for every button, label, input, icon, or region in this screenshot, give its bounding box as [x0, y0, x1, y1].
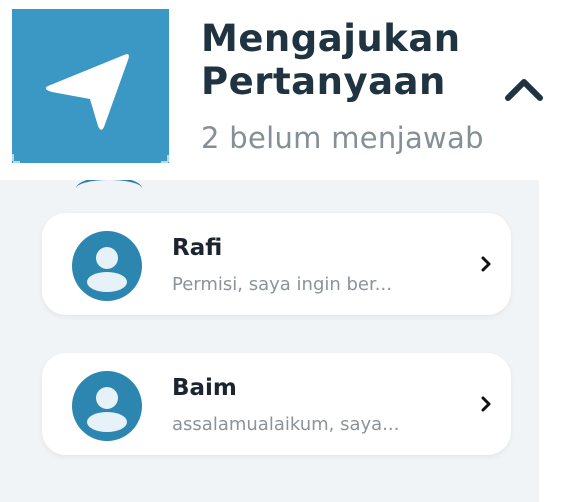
sender-name: Rafi	[172, 235, 223, 261]
collapse-button[interactable]	[500, 70, 548, 110]
unanswered-count: 2 belum menjawab	[201, 121, 484, 155]
conversation-item[interactable]: Rafi Permisi, saya ingin ber...	[42, 213, 511, 315]
title-line-2: Pertanyaan	[201, 60, 446, 103]
conversation-list: Rafi Permisi, saya ingin ber... Baim ass…	[0, 180, 539, 502]
chevron-right-icon	[481, 396, 491, 412]
message-preview: assalamualaikum, saya...	[172, 414, 400, 435]
sender-name: Baim	[172, 375, 237, 401]
user-avatar-icon	[72, 231, 142, 301]
user-avatar-icon	[72, 371, 142, 441]
navigation-arrow-icon	[12, 9, 169, 163]
question-group-header[interactable]: Mengajukan Pertanyaan 2 belum menjawab	[0, 0, 561, 180]
chevron-right-icon	[481, 256, 491, 272]
title-line-1: Mengajukan	[201, 17, 461, 60]
avatar-edge	[76, 180, 142, 200]
page-title: Mengajukan Pertanyaan	[201, 17, 461, 103]
message-preview: Permisi, saya ingin ber...	[172, 274, 392, 295]
conversation-item[interactable]: Baim assalamualaikum, saya...	[42, 353, 511, 455]
chevron-up-icon	[505, 79, 543, 101]
